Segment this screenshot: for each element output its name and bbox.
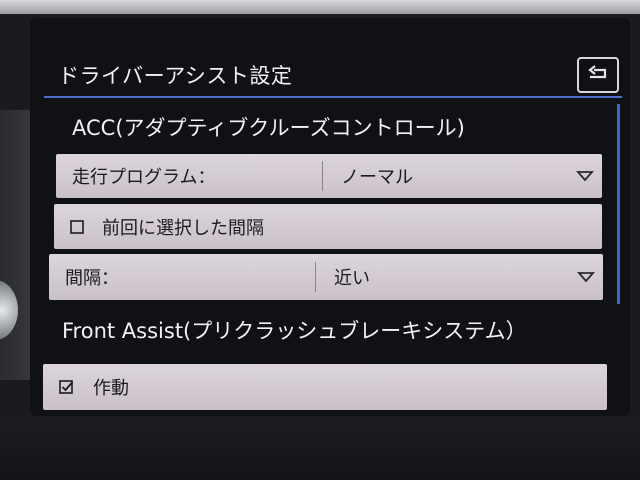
back-button[interactable]: [577, 57, 619, 93]
interval-value: 近い: [334, 268, 370, 289]
front-assist-active-label: 作動: [93, 378, 129, 399]
previous-interval-checkbox-row[interactable]: 前回に選択した間隔: [54, 204, 602, 249]
checkbox-unchecked-icon[interactable]: [70, 219, 84, 234]
driving-program-label: 走行プログラム：: [72, 167, 216, 188]
previous-interval-label: 前回に選択した間隔: [102, 217, 264, 239]
section-header-acc: ACC(アダプティブクルーズコントロール): [72, 116, 465, 140]
checkbox-checked-icon[interactable]: [59, 379, 75, 395]
driving-program-value: ノーマル: [341, 167, 413, 188]
interval-label: 間隔：: [65, 268, 119, 289]
page-title: ドライバーアシスト設定: [58, 64, 293, 88]
back-arrow-icon: [588, 65, 607, 79]
interval-select[interactable]: 間隔： 近い: [49, 254, 603, 300]
front-assist-active-checkbox-row[interactable]: 作動: [43, 364, 607, 410]
chevron-down-icon: [569, 271, 603, 283]
title-divider: [44, 96, 622, 98]
scrollbar[interactable]: [617, 104, 620, 304]
section-header-front-assist: Front Assist(プリクラッシュブレーキシステム）: [62, 319, 527, 343]
control-knob: [0, 280, 18, 340]
display-bezel-top: [0, 0, 640, 14]
display-bezel-bottom: [0, 418, 640, 480]
driving-program-select[interactable]: 走行プログラム： ノーマル: [56, 154, 602, 198]
chevron-down-icon: [568, 170, 602, 182]
